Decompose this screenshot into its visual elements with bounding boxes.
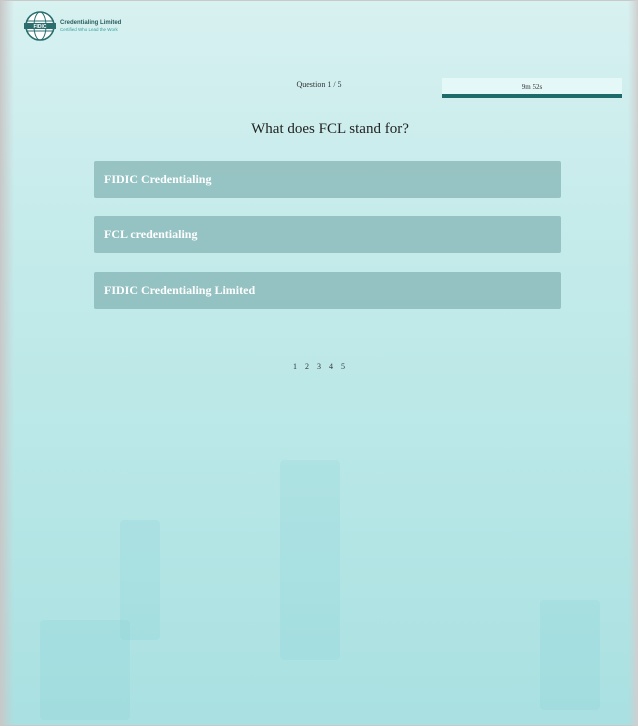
- globe-logo-icon: FIDIC: [24, 11, 56, 41]
- page-link-5[interactable]: 5: [341, 362, 345, 371]
- question-pagination: 1 2 3 4 5: [0, 362, 638, 371]
- page-link-1[interactable]: 1: [293, 362, 297, 371]
- brand-logo[interactable]: FIDIC Credentialing Limited Certified Wh…: [24, 10, 121, 42]
- timer-text: 9m 52s: [521, 83, 543, 91]
- background-decoration: [40, 620, 130, 720]
- logo-name: Credentialing Limited: [60, 19, 122, 26]
- page-link-2[interactable]: 2: [305, 362, 309, 371]
- timer-progress-bar: [442, 94, 622, 98]
- logo-mark-text: FIDIC: [33, 24, 46, 30]
- background-decoration: [280, 460, 340, 660]
- page-link-3[interactable]: 3: [317, 362, 321, 371]
- logo-tagline: Certified Who Lead the Work: [60, 26, 118, 32]
- answer-option-1[interactable]: FIDIC Credentialing: [94, 161, 561, 198]
- question-text: What does FCL stand for?: [251, 121, 409, 137]
- answer-option-3[interactable]: FIDIC Credentialing Limited: [94, 272, 561, 309]
- logo-text: Credentialing Limited Certified Who Lead…: [60, 20, 121, 33]
- page-link-4[interactable]: 4: [329, 362, 333, 371]
- timer: 9m 52s: [442, 78, 622, 98]
- background-decoration: [540, 600, 600, 710]
- answer-option-2[interactable]: FCL credentialing: [94, 216, 561, 253]
